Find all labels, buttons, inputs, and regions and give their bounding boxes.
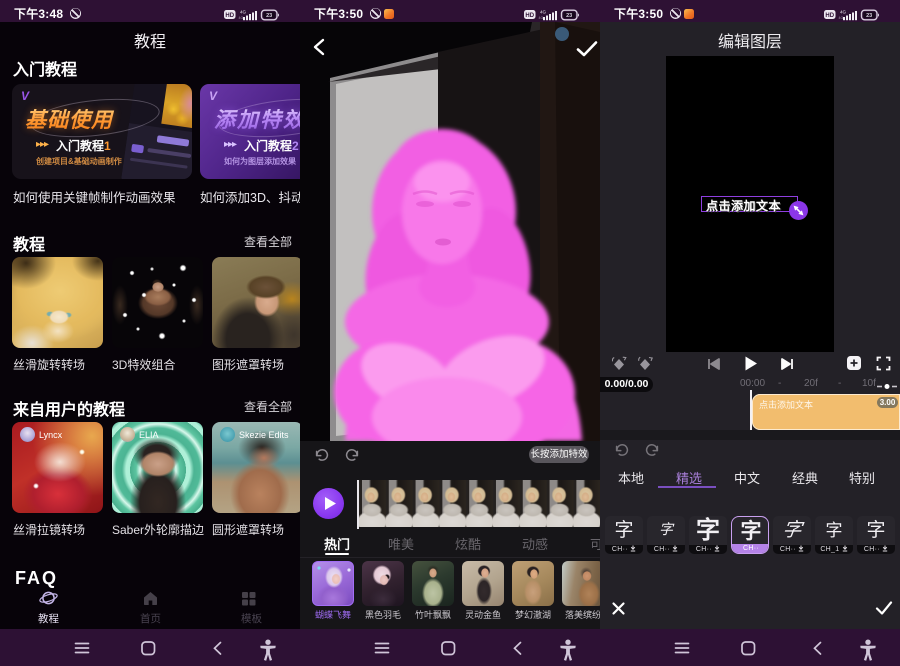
svg-text:4G: 4G bbox=[239, 16, 244, 20]
svg-text:4G: 4G bbox=[540, 10, 547, 15]
svg-text:4G: 4G bbox=[840, 10, 847, 15]
svg-text:HD: HD bbox=[525, 13, 534, 19]
svg-text:4G: 4G bbox=[539, 16, 544, 20]
svg-text:23: 23 bbox=[266, 13, 272, 19]
svg-text:4G: 4G bbox=[240, 10, 247, 15]
svg-text:4G: 4G bbox=[839, 16, 844, 20]
svg-text:HD: HD bbox=[825, 13, 834, 19]
svg-text:HD: HD bbox=[225, 13, 234, 19]
svg-text:23: 23 bbox=[866, 13, 872, 19]
svg-text:23: 23 bbox=[566, 13, 572, 19]
